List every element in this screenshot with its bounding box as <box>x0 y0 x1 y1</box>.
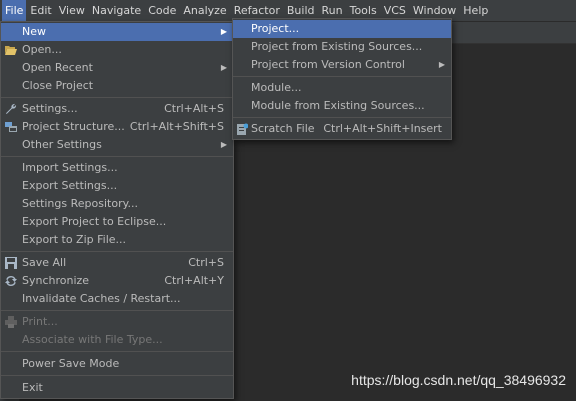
file-menu-import-settings-label: Import Settings... <box>22 161 118 174</box>
menu-file[interactable]: File <box>2 0 27 21</box>
file-menu-import-settings[interactable]: Import Settings... <box>1 159 233 177</box>
file-menu-print: Print... <box>1 313 233 331</box>
new-submenu-project-vcs-label: Project from Version Control <box>251 58 405 71</box>
menu-separator <box>1 97 233 98</box>
menu-separator <box>1 156 233 157</box>
menu-separator <box>1 351 233 352</box>
folder-open-icon <box>5 44 17 56</box>
new-submenu: Project... Project from Existing Sources… <box>232 18 452 140</box>
file-menu-project-structure[interactable]: Project Structure... Ctrl+Alt+Shift+S <box>1 118 233 136</box>
new-submenu-module-existing[interactable]: Module from Existing Sources... <box>233 97 451 115</box>
file-menu-other-settings-label: Other Settings <box>22 138 102 151</box>
file-menu-power-save-mode-label: Power Save Mode <box>22 357 120 370</box>
file-menu-export-eclipse-label: Export Project to Eclipse... <box>22 215 167 228</box>
watermark-text: https://blog.csdn.net/qq_38496932 <box>351 372 566 388</box>
menu-separator <box>233 117 451 118</box>
file-menu-synchronize[interactable]: Synchronize Ctrl+Alt+Y <box>1 272 233 290</box>
new-submenu-project-label: Project... <box>251 22 300 35</box>
file-menu-new[interactable]: New ▶ <box>1 23 233 41</box>
new-submenu-module-label: Module... <box>251 81 302 94</box>
file-menu-export-settings-label: Export Settings... <box>22 179 118 192</box>
file-menu-invalidate-caches[interactable]: Invalidate Caches / Restart... <box>1 290 233 308</box>
file-menu-settings-repository-label: Settings Repository... <box>22 197 139 210</box>
menu-separator <box>1 310 233 311</box>
file-menu-settings-repository[interactable]: Settings Repository... <box>1 195 233 213</box>
file-menu-close-project-label: Close Project <box>22 79 94 92</box>
file-menu-other-settings[interactable]: Other Settings ▶ <box>1 136 233 154</box>
file-menu-settings-label: Settings... <box>22 102 78 115</box>
file-menu-exit-label: Exit <box>22 381 43 394</box>
file-menu-new-label: New <box>22 25 46 38</box>
new-submenu-module[interactable]: Module... <box>233 79 451 97</box>
file-menu-export-zip[interactable]: Export to Zip File... <box>1 231 233 249</box>
menu-separator <box>1 375 233 376</box>
file-menu-print-label: Print... <box>22 315 58 328</box>
file-menu-invalidate-caches-label: Invalidate Caches / Restart... <box>22 292 181 305</box>
submenu-arrow-icon: ▶ <box>220 140 227 149</box>
file-menu-save-all-shortcut: Ctrl+S <box>188 256 224 269</box>
new-submenu-project-existing-label: Project from Existing Sources... <box>251 40 423 53</box>
file-menu-open-label: Open... <box>22 43 62 56</box>
file-menu-export-settings[interactable]: Export Settings... <box>1 177 233 195</box>
sync-icon <box>5 275 17 287</box>
file-menu-exit[interactable]: Exit <box>1 378 233 397</box>
toolbar-strip <box>450 22 576 44</box>
file-menu-open-recent[interactable]: Open Recent ▶ <box>1 59 233 77</box>
printer-icon <box>5 316 17 328</box>
file-menu-close-project[interactable]: Close Project <box>1 77 233 95</box>
menu-separator <box>1 251 233 252</box>
submenu-arrow-icon: ▶ <box>438 60 445 69</box>
menu-separator <box>233 76 451 77</box>
file-menu: New ▶ Open... Open Recent ▶ Close Projec… <box>0 21 234 399</box>
file-menu-project-structure-shortcut: Ctrl+Alt+Shift+S <box>129 120 224 133</box>
file-menu-synchronize-label: Synchronize <box>22 274 90 287</box>
file-menu-associate-file-type: Associate with File Type... <box>1 331 233 349</box>
file-menu-project-structure-label: Project Structure... <box>22 120 125 133</box>
new-submenu-scratch-file-label: Scratch File <box>251 122 315 135</box>
menu-code[interactable]: Code <box>145 0 179 21</box>
file-menu-save-all-label: Save All <box>22 256 67 269</box>
wrench-icon <box>5 103 17 115</box>
file-menu-settings[interactable]: Settings... Ctrl+Alt+S <box>1 100 233 118</box>
menu-analyze[interactable]: Analyze <box>180 0 229 21</box>
file-menu-export-eclipse[interactable]: Export Project to Eclipse... <box>1 213 233 231</box>
project-structure-icon <box>5 121 17 133</box>
new-submenu-project-vcs[interactable]: Project from Version Control ▶ <box>233 56 451 74</box>
file-menu-settings-shortcut: Ctrl+Alt+S <box>164 102 224 115</box>
new-submenu-module-existing-label: Module from Existing Sources... <box>251 99 425 112</box>
floppy-icon <box>5 257 17 269</box>
submenu-arrow-icon: ▶ <box>220 27 227 36</box>
menu-edit[interactable]: Edit <box>27 0 54 21</box>
file-menu-export-zip-label: Export to Zip File... <box>22 233 127 246</box>
file-menu-power-save-mode[interactable]: Power Save Mode <box>1 354 233 373</box>
menu-navigate[interactable]: Navigate <box>89 0 144 21</box>
menu-help[interactable]: Help <box>460 0 491 21</box>
submenu-arrow-icon: ▶ <box>220 63 227 72</box>
file-menu-associate-file-type-label: Associate with File Type... <box>22 333 163 346</box>
file-menu-synchronize-shortcut: Ctrl+Alt+Y <box>164 274 224 287</box>
new-submenu-scratch-file-shortcut: Ctrl+Alt+Shift+Insert <box>323 122 442 135</box>
file-menu-open-recent-label: Open Recent <box>22 61 93 74</box>
file-menu-open[interactable]: Open... <box>1 41 233 59</box>
file-menu-save-all[interactable]: Save All Ctrl+S <box>1 254 233 272</box>
menu-view[interactable]: View <box>56 0 88 21</box>
scratch-file-icon <box>236 123 249 135</box>
new-submenu-scratch-file[interactable]: Scratch File Ctrl+Alt+Shift+Insert <box>233 120 451 138</box>
new-submenu-project-existing[interactable]: Project from Existing Sources... <box>233 38 451 56</box>
new-submenu-project[interactable]: Project... <box>233 20 451 38</box>
